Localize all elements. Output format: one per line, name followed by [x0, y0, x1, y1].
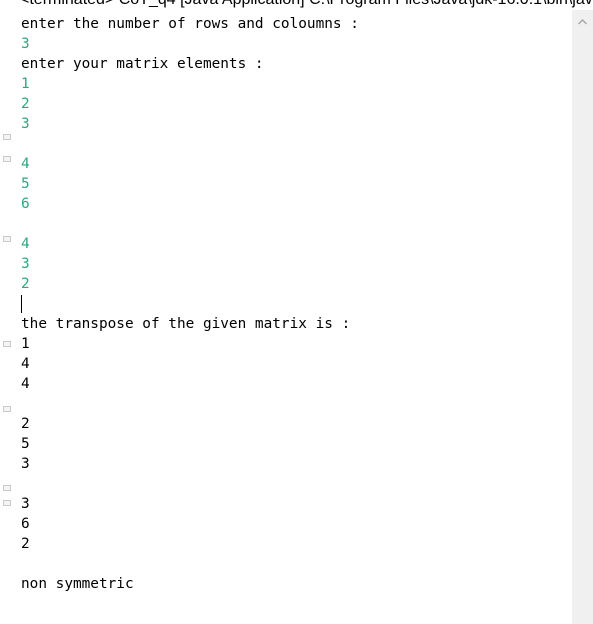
collapse-marker-icon[interactable]: [3, 500, 11, 506]
collapse-marker-icon[interactable]: [3, 156, 11, 162]
transpose-value: 4: [21, 356, 30, 372]
collapse-marker-icon[interactable]: [3, 236, 11, 242]
collapse-marker-icon[interactable]: [3, 485, 11, 491]
input-size: 3: [21, 36, 30, 52]
transpose-value: 2: [21, 416, 30, 432]
prompt-matrix-elements: enter your matrix elements :: [21, 56, 264, 72]
input-element: 3: [21, 256, 30, 272]
input-element: 4: [21, 236, 30, 252]
transpose-value: 3: [21, 456, 30, 472]
console-title-bar: <terminated> CoT_q4 [Java Application] C…: [0, 0, 593, 9]
input-element: 5: [21, 176, 30, 192]
input-element: 4: [21, 156, 30, 172]
transpose-value: 1: [21, 336, 30, 352]
input-element: 2: [21, 96, 30, 112]
transpose-value: 6: [21, 516, 30, 532]
transpose-value: 3: [21, 496, 30, 512]
console-output[interactable]: enter the number of rows and coloumns : …: [14, 10, 572, 624]
transpose-value: 5: [21, 436, 30, 452]
text-caret: [21, 295, 22, 313]
input-element: 3: [21, 116, 30, 132]
collapse-marker-icon[interactable]: [3, 406, 11, 412]
console-gutter: [0, 10, 14, 624]
console-title: <terminated> CoT_q4 [Java Application] C…: [20, 0, 593, 9]
input-element: 1: [21, 76, 30, 92]
vertical-scrollbar[interactable]: [572, 10, 593, 624]
prompt-rows-columns: enter the number of rows and coloumns :: [21, 16, 359, 32]
symmetry-result: non symmetric: [21, 576, 134, 592]
collapse-marker-icon[interactable]: [3, 341, 11, 347]
input-element: 6: [21, 196, 30, 212]
input-element: 2: [21, 276, 30, 292]
transpose-heading: the transpose of the given matrix is :: [21, 316, 351, 332]
transpose-value: 4: [21, 376, 30, 392]
transpose-value: 2: [21, 536, 30, 552]
chevron-up-icon[interactable]: [577, 18, 588, 26]
collapse-marker-icon[interactable]: [3, 134, 11, 140]
